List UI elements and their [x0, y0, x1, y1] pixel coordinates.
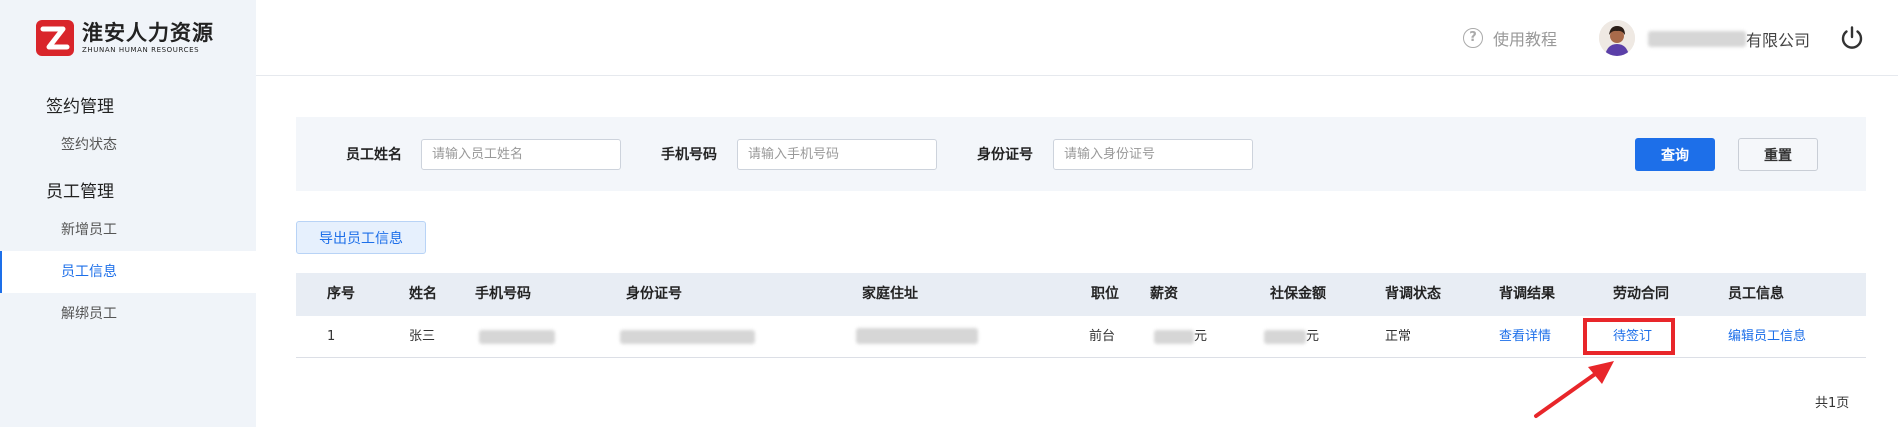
sidebar-item-add-employee[interactable]: 新增员工 [0, 209, 256, 251]
employee-name-label: 员工姓名 [346, 147, 402, 163]
column-header: 姓名 [409, 286, 437, 302]
column-header: 社保金额 [1270, 286, 1326, 302]
column-header: 劳动合同 [1613, 286, 1669, 302]
cell-salary: 元 [1154, 316, 1207, 358]
sidebar-item-label: 解绑员工 [61, 306, 117, 322]
search-panel: 员工姓名 手机号码 身份证号 查询 重置 [296, 117, 1866, 191]
column-header: 序号 [327, 286, 355, 302]
cell-name: 张三 [409, 329, 436, 344]
cell-index: 1 [327, 329, 336, 344]
id-number-label: 身份证号 [977, 147, 1033, 163]
sidebar-item-employee-info[interactable]: 员工信息 [0, 251, 256, 293]
sidebar-item-unbind-employee[interactable]: 解绑员工 [0, 293, 256, 335]
export-employee-button[interactable]: 导出员工信息 [296, 221, 426, 254]
nav-group-sign: 签约管理 [46, 97, 114, 117]
nav-group-employee: 员工管理 [46, 182, 114, 202]
id-number-input[interactable] [1053, 139, 1253, 170]
arrow-annotation-icon [1534, 361, 1614, 418]
power-icon[interactable] [1838, 24, 1866, 52]
column-header: 家庭住址 [862, 286, 918, 302]
reset-button[interactable]: 重置 [1738, 138, 1818, 171]
annotation-highlight-box [1583, 318, 1675, 355]
phone-input[interactable] [737, 139, 937, 170]
redacted-company-prefix [1648, 31, 1746, 47]
sidebar: 淮安人力资源 ZHUNAN HUMAN RESOURCES 签约管理 签约状态 … [0, 0, 256, 427]
edit-employee-link[interactable]: 编辑员工信息 [1728, 316, 1806, 358]
help-tutorial-link[interactable]: ? 使用教程 [1463, 26, 1557, 50]
help-label: 使用教程 [1493, 30, 1558, 49]
cell-bg-status: 正常 [1385, 329, 1412, 344]
cell-position: 前台 [1089, 329, 1116, 344]
view-details-link[interactable]: 查看详情 [1499, 316, 1551, 358]
cell-phone-redacted [479, 330, 555, 344]
logo-mark-icon [36, 20, 74, 56]
sidebar-item-sign-status[interactable]: 签约状态 [0, 124, 256, 166]
column-header: 背调结果 [1499, 286, 1555, 302]
help-circle-icon: ? [1463, 28, 1483, 48]
brand-name-en: ZHUNAN HUMAN RESOURCES [82, 46, 200, 54]
column-header: 背调状态 [1385, 286, 1441, 302]
sidebar-item-label: 签约状态 [61, 137, 117, 153]
sidebar-item-label: 员工信息 [61, 264, 117, 280]
avatar-icon [1599, 20, 1635, 56]
phone-label: 手机号码 [661, 147, 717, 163]
employee-name-input[interactable] [421, 139, 621, 170]
top-header: ? 使用教程 有限公司 [256, 0, 1898, 76]
company-name: 有限公司 [1648, 27, 1810, 51]
table-header: 序号 姓名 手机号码 身份证号 家庭住址 职位 薪资 社保金额 背调状态 背调结… [296, 273, 1866, 316]
cell-social-insurance: 元 [1264, 316, 1319, 358]
avatar[interactable] [1599, 20, 1635, 56]
brand-logo[interactable]: 淮安人力资源 ZHUNAN HUMAN RESOURCES [36, 20, 214, 56]
sidebar-item-label: 新增员工 [61, 222, 117, 238]
pagination-total: 共1页 [1815, 396, 1850, 411]
brand-name-cn: 淮安人力资源 [82, 21, 214, 45]
column-header: 员工信息 [1728, 286, 1784, 302]
column-header: 薪资 [1150, 286, 1178, 302]
query-button[interactable]: 查询 [1635, 138, 1715, 171]
cell-address-redacted [856, 328, 978, 344]
column-header: 手机号码 [475, 286, 531, 302]
company-suffix: 有限公司 [1746, 31, 1811, 50]
column-header: 职位 [1091, 286, 1119, 302]
cell-id-redacted [620, 330, 755, 344]
column-header: 身份证号 [626, 286, 682, 302]
